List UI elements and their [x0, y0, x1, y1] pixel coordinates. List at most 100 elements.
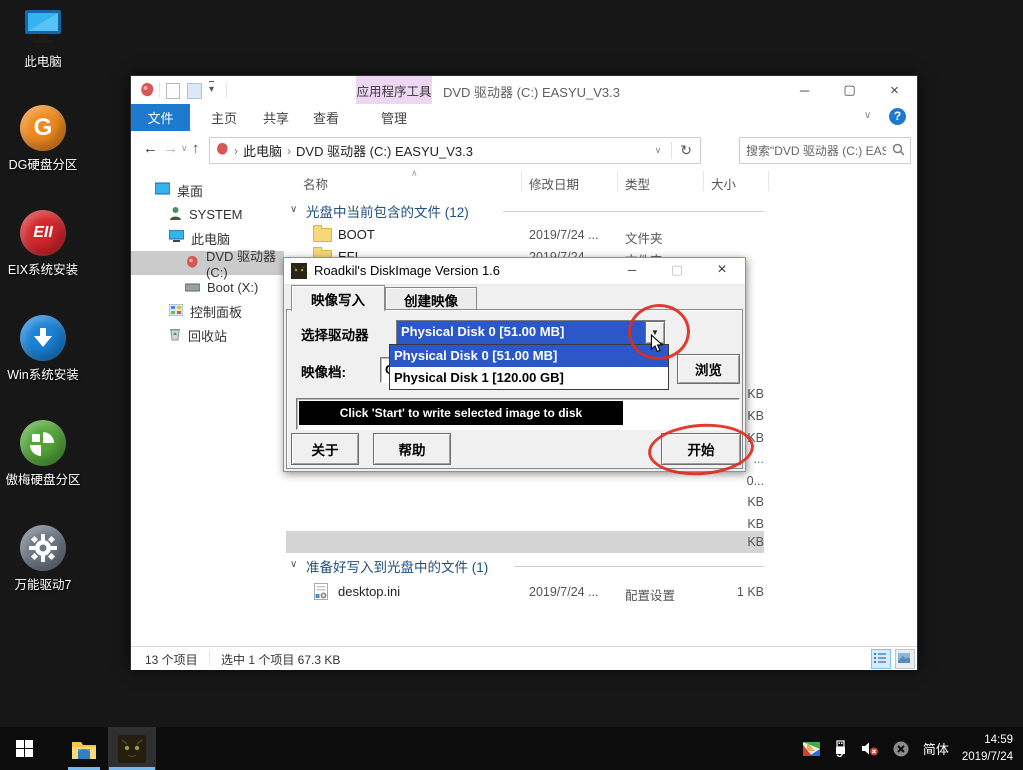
nav-item-desktop[interactable]: 桌面 — [131, 178, 284, 202]
item-count: 13 个项目 — [145, 651, 198, 668]
ime-indicator[interactable]: 简体 — [923, 739, 949, 758]
file-row-boot[interactable]: BOOT 2019/7/24 ... 文件夹 — [284, 224, 764, 246]
column-divider[interactable] — [617, 171, 618, 191]
tab-create-image[interactable]: 创建映像 — [385, 287, 477, 311]
file-size-partial[interactable]: KB — [704, 535, 764, 549]
drive-logo-icon — [139, 82, 155, 101]
start-button[interactable] — [0, 727, 48, 770]
search-icon[interactable] — [892, 143, 905, 159]
dropdown-option-disk1[interactable]: Physical Disk 1 [120.00 GB] — [390, 367, 668, 389]
drive-combobox[interactable]: Physical Disk 0 [51.00 MB] ▼ — [396, 320, 666, 345]
clock-time: 14:59 — [962, 732, 1013, 749]
details-view-icon[interactable] — [871, 649, 891, 669]
address-dropdown-icon[interactable]: ∨ — [655, 145, 662, 156]
tab-share[interactable]: 共享 — [253, 104, 299, 131]
usb-safely-remove-icon[interactable] — [834, 740, 847, 757]
column-divider[interactable] — [521, 171, 522, 191]
dialog-close-button[interactable]: × — [704, 260, 740, 280]
volume-muted-icon[interactable] — [861, 741, 879, 756]
tab-view[interactable]: 查看 — [303, 104, 349, 131]
desktop-icon-this-pc[interactable]: 此电脑 — [0, 8, 86, 70]
qat-properties-icon[interactable] — [187, 83, 202, 99]
breadcrumb[interactable]: › 此电脑 › DVD 驱动器 (C:) EASYU_V3.3 ∨ ↻ — [209, 137, 701, 164]
desktop-icon-eix[interactable]: EII EIX系统安装 — [0, 210, 86, 278]
tab-home[interactable]: 主页 — [201, 104, 247, 131]
nav-label: Boot (X:) — [207, 280, 258, 295]
desktop-icon-aomei[interactable]: 傲梅硬盘分区 — [0, 420, 86, 488]
column-header-date[interactable]: 修改日期 — [529, 174, 579, 193]
search-input[interactable]: 搜索"DVD 驱动器 (C:) EASY... — [739, 137, 911, 164]
file-size-partial[interactable]: KB — [704, 495, 764, 509]
up-icon[interactable]: ↑ — [192, 140, 200, 157]
ini-file-icon — [314, 583, 328, 603]
column-divider[interactable] — [768, 171, 769, 191]
taskbar-file-explorer[interactable] — [60, 727, 108, 770]
nav-item-control-panel[interactable]: 控制面板 — [131, 299, 284, 323]
nav-item-recycle-bin[interactable]: 回收站 — [131, 323, 284, 347]
computer-icon — [169, 230, 184, 246]
network-disconnected-icon[interactable] — [893, 741, 909, 757]
file-size-partial[interactable]: 0... — [704, 474, 764, 488]
maximize-button[interactable]: ▢ — [827, 77, 872, 103]
desktop-icon-label: 此电脑 — [0, 51, 86, 70]
column-header-name[interactable]: 名称 — [303, 174, 328, 193]
browse-button[interactable]: 浏览 — [677, 354, 740, 384]
minimize-button[interactable]: ─ — [782, 77, 827, 103]
gear-icon — [20, 525, 66, 571]
qat-customize-icon[interactable]: ▾ — [209, 81, 214, 97]
tab-manage[interactable]: 管理 — [359, 104, 429, 131]
drive-icon — [185, 280, 200, 295]
download-arrow-icon — [20, 315, 66, 361]
display-settings-icon[interactable] — [803, 742, 820, 756]
taskbar-diskimage[interactable] — [108, 727, 156, 770]
dialog-minimize-button[interactable]: ─ — [614, 260, 650, 280]
diskimage-app-icon — [291, 263, 307, 279]
recent-locations-icon[interactable]: ∨ — [181, 143, 188, 154]
nav-item-boot-drive[interactable]: Boot (X:) — [131, 275, 284, 299]
desktop-icon-label: 万能驱动7 — [0, 574, 86, 593]
dropdown-option-disk0[interactable]: Physical Disk 0 [51.00 MB] — [390, 345, 668, 367]
breadcrumb-drive[interactable]: DVD 驱动器 (C:) EASYU_V3.3 — [296, 141, 473, 160]
group-collapse-icon[interactable]: ∨ — [290, 559, 297, 570]
help-icon[interactable]: ? — [889, 108, 906, 125]
image-file-label: 映像档: — [301, 361, 346, 381]
column-header-type[interactable]: 类型 — [625, 174, 650, 193]
forward-icon[interactable]: → — [163, 140, 178, 157]
about-button[interactable]: 关于 — [291, 433, 359, 465]
tab-write-image[interactable]: 映像写入 — [291, 285, 385, 311]
drive-dropdown-list: Physical Disk 0 [51.00 MB] Physical Disk… — [389, 344, 669, 390]
selected-file-row[interactable] — [286, 531, 764, 553]
nav-item-system-user[interactable]: SYSTEM — [131, 202, 284, 226]
search-placeholder: 搜索"DVD 驱动器 (C:) EASY... — [746, 142, 886, 159]
close-button[interactable]: × — [872, 77, 917, 103]
refresh-icon[interactable]: ↻ — [671, 142, 692, 159]
file-row-desktop-ini[interactable]: desktop.ini 2019/7/24 ... 配置设置 1 KB — [284, 581, 764, 603]
breadcrumb-this-pc[interactable]: 此电脑 — [243, 141, 282, 160]
nav-item-dvd-drive[interactable]: DVD 驱动器 (C:) — [131, 251, 284, 275]
tab-file[interactable]: 文件 — [131, 104, 190, 131]
group-rule — [514, 566, 764, 567]
context-tab-app-tools[interactable]: 应用程序工具 — [356, 76, 432, 104]
dialog-maximize-button[interactable]: ▢ — [659, 260, 695, 280]
desktop-icon-win-install[interactable]: Win系统安装 — [0, 315, 86, 383]
column-divider[interactable] — [703, 171, 704, 191]
clock[interactable]: 14:59 2019/7/24 — [962, 732, 1013, 765]
thumbnail-view-icon[interactable] — [895, 649, 915, 669]
desktop-icon-label: Win系统安装 — [0, 364, 86, 383]
progress-status-text: Click 'Start' to write selected image to… — [299, 401, 623, 425]
file-size-partial[interactable]: KB — [704, 517, 764, 531]
qat-new-file-icon[interactable] — [166, 83, 180, 99]
desktop-icon-wandriver[interactable]: 万能驱动7 — [0, 525, 86, 593]
desktop-icon-diskgenius[interactable]: G DG硬盘分区 — [0, 105, 86, 173]
file-type: 文件夹 — [625, 228, 663, 247]
help-button[interactable]: 帮助 — [373, 433, 451, 465]
group-header-disc-files[interactable]: 光盘中当前包含的文件 (12) — [306, 201, 469, 221]
group-header-ready-files[interactable]: 准备好写入到光盘中的文件 (1) — [306, 556, 488, 576]
nav-label: SYSTEM — [189, 207, 242, 222]
sort-ascending-icon: ∧ — [411, 168, 418, 179]
nav-label: 此电脑 — [191, 229, 230, 248]
column-header-size[interactable]: 大小 — [711, 174, 736, 193]
back-icon[interactable]: ← — [143, 140, 158, 157]
ribbon-collapse-icon[interactable]: ∨ — [864, 110, 871, 121]
group-collapse-icon[interactable]: ∨ — [290, 204, 297, 215]
